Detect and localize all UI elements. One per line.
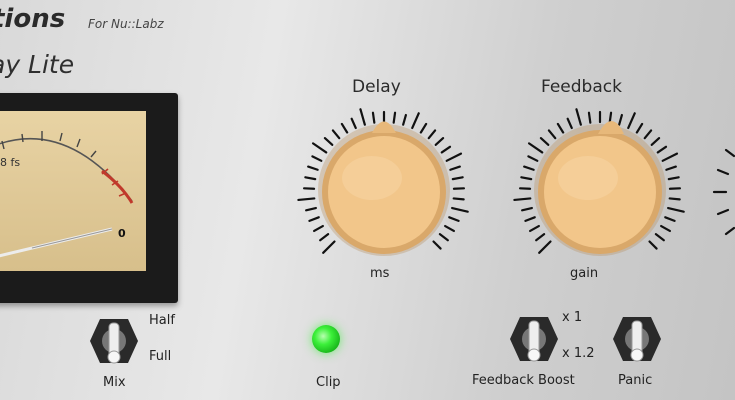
knob-tick-mark (451, 206, 469, 213)
knob-tick-mark (445, 152, 463, 162)
feedback-knob[interactable] (508, 108, 688, 278)
knob-tick-mark (535, 233, 546, 242)
panic-toggle-switch[interactable] (613, 311, 661, 367)
knob-tick-mark (635, 122, 644, 134)
knob-tick-mark (539, 137, 550, 146)
knob-tick-mark (627, 112, 636, 130)
mix-half-option: Half (149, 313, 175, 328)
knob-tick-mark (587, 111, 592, 124)
knob-tick-mark (520, 176, 533, 181)
brand-title: tions (0, 4, 66, 34)
delay-knob[interactable] (292, 108, 472, 278)
knob-tick-mark (427, 129, 437, 140)
knob-tick-mark (392, 111, 397, 124)
vu-meter: 8 fs 0 (0, 93, 178, 303)
meter-zero-label: 0 (118, 227, 126, 240)
panic-label: Panic (618, 373, 653, 388)
knob-tick-mark (451, 176, 464, 181)
feedback-boost-x1-option: x 1 (562, 310, 583, 325)
meter-scale-label: 8 fs (0, 156, 21, 169)
knob-tick-mark (529, 224, 540, 233)
knob-tick-mark (575, 108, 582, 126)
feedback-unit: gain (570, 266, 599, 281)
knob-tick-mark (524, 216, 536, 222)
knob-tick-mark (660, 224, 671, 233)
knob-tick-mark (643, 129, 653, 140)
knob-tick-mark (513, 197, 532, 202)
knob-tick-mark (419, 122, 428, 134)
knob-tick-mark (411, 112, 420, 130)
knob-tick-mark (305, 206, 317, 212)
feedback-boost-x12-option: x 1.2 (562, 346, 595, 361)
knob-tick-mark (650, 137, 661, 146)
knob-tick-mark (323, 137, 334, 146)
knob-tick-mark (448, 216, 460, 222)
delay-title: Delay (352, 77, 401, 97)
knob-tick-mark (527, 142, 544, 154)
knob-tick-mark (438, 233, 449, 242)
knob-tick-mark (668, 197, 681, 201)
clip-label: Clip (316, 375, 341, 390)
mix-full-option: Full (149, 349, 172, 364)
knob-tick-mark (319, 233, 330, 242)
clip-led-icon (312, 325, 340, 353)
knob-tick-mark (661, 152, 679, 162)
knob-tick-mark (449, 165, 461, 171)
delay-unit: ms (370, 266, 390, 281)
knob-tick-mark (371, 111, 376, 124)
knob-tick-mark (432, 240, 442, 250)
knob-tick-mark (444, 224, 455, 233)
knob-tick-mark (618, 113, 623, 126)
knob-tick-mark (311, 155, 323, 162)
knob-tick-mark (440, 145, 452, 154)
knob-tick-mark (664, 216, 676, 222)
knob-tick-mark (340, 122, 349, 134)
third-knob-partial[interactable] (706, 140, 735, 250)
mix-toggle-switch[interactable] (90, 313, 138, 369)
knob-tick-mark (331, 129, 341, 140)
feedback-boost-label: Feedback Boost (472, 373, 575, 388)
knob-tick-mark (656, 145, 668, 154)
knob-tick-mark (654, 233, 665, 242)
mix-label: Mix (103, 375, 126, 390)
knob-tick-mark (322, 240, 336, 254)
knob-tick-mark (304, 176, 317, 181)
knob-tick-mark (538, 240, 552, 254)
knob-tick-mark (402, 113, 407, 126)
feedback-boost-toggle-switch[interactable] (510, 311, 558, 367)
knob-tick-mark (527, 155, 539, 162)
knob-tick-mark (297, 197, 316, 202)
knob-tick-mark (307, 165, 319, 171)
knob-tick-mark (665, 165, 677, 171)
knob-tick-mark (434, 137, 445, 146)
knob-tick-mark (521, 206, 533, 212)
knob-tick-mark (648, 240, 658, 250)
knob-tick-mark (350, 117, 357, 130)
vendor-label: For Nu::Labz (88, 17, 164, 31)
feedback-title: Feedback (541, 77, 622, 97)
vu-meter-face: 8 fs 0 (0, 111, 146, 271)
knob-tick-mark (667, 176, 680, 181)
knob-tick-mark (359, 108, 366, 126)
knob-tick-mark (547, 129, 557, 140)
knob-tick-mark (311, 142, 328, 154)
knob-tick-mark (667, 206, 685, 213)
knob-tick-mark (313, 224, 324, 233)
knob-tick-mark (566, 117, 573, 130)
knob-tick-mark (308, 216, 320, 222)
product-name: ay Lite (0, 50, 75, 79)
knob-tick-mark (452, 197, 465, 201)
knob-tick-mark (556, 122, 565, 134)
knob-tick-mark (523, 165, 535, 171)
